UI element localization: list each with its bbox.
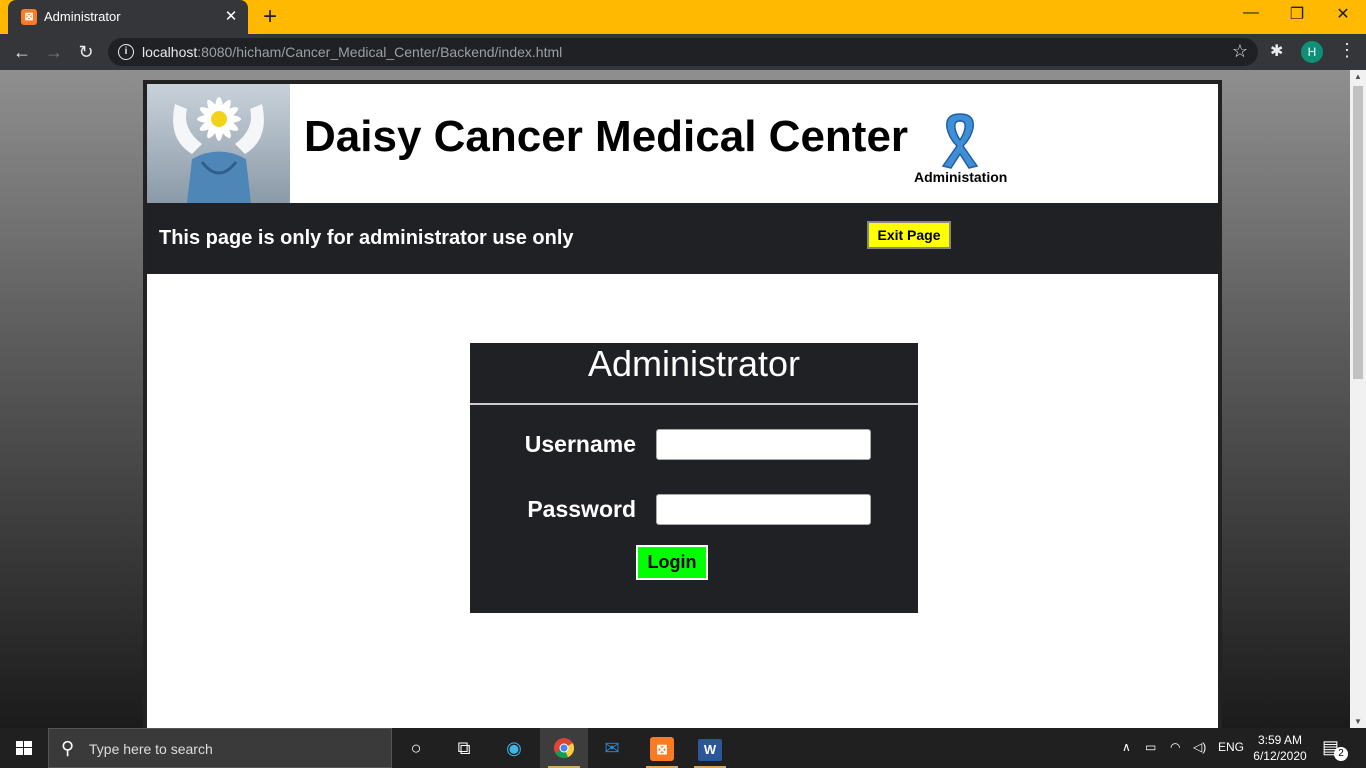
task-view-icon[interactable]: ⧉	[440, 728, 488, 768]
browser-tab-bar: ⊠ Administrator ✕ + — ❐ ✕	[0, 0, 1366, 34]
password-label: Password	[527, 496, 636, 522]
scroll-down-icon[interactable]: ▼	[1354, 717, 1362, 726]
taskbar-search-box[interactable]: ⚲ Type here to search	[48, 728, 392, 768]
notification-center-icon[interactable]: ▤ 2	[1322, 737, 1348, 761]
clock-time: 3:59 AM	[1257, 733, 1303, 747]
reload-icon[interactable]: ↻	[73, 40, 99, 64]
tab-title: Administrator	[44, 9, 121, 24]
admin-notice-text: This page is only for administrator use …	[159, 227, 574, 249]
search-placeholder: Type here to search	[89, 741, 213, 757]
notification-count: 2	[1334, 747, 1348, 761]
taskbar-clock[interactable]: 3:59 AM 6/12/2020	[1248, 732, 1312, 764]
blue-ribbon-icon	[935, 110, 985, 175]
close-window-button[interactable]: ✕	[1320, 4, 1366, 24]
browser-tab[interactable]: ⊠ Administrator ✕	[8, 0, 248, 34]
site-info-icon[interactable]: i	[118, 44, 134, 60]
cortana-circle-icon[interactable]: ○	[392, 728, 440, 768]
battery-icon[interactable]: ▭	[1145, 740, 1156, 754]
site-header: Daisy Cancer Medical Center Administatio…	[147, 84, 1218, 203]
word-icon[interactable]: W	[686, 728, 734, 768]
tray-chevron-up-icon[interactable]: ∧	[1122, 740, 1131, 754]
wifi-icon[interactable]: ◠	[1170, 740, 1180, 754]
angel-daisy-logo	[147, 84, 290, 203]
edge-browser-icon[interactable]: ◉	[490, 728, 538, 768]
new-tab-button[interactable]: +	[258, 3, 282, 31]
chrome-browser-icon[interactable]	[540, 728, 588, 768]
site-title: Daisy Cancer Medical Center	[304, 112, 909, 161]
notice-bar: This page is only for administrator use …	[147, 203, 1218, 274]
bookmark-star-icon[interactable]: ☆	[1232, 41, 1248, 62]
password-input[interactable]	[656, 494, 871, 525]
mail-icon[interactable]: ✉	[588, 728, 636, 768]
browser-toolbar: ← → ↻ i localhost:8080/hicham/Cancer_Med…	[0, 34, 1366, 70]
login-title: Administrator	[587, 343, 801, 384]
scroll-up-icon[interactable]: ▲	[1354, 72, 1362, 81]
url-text: localhost:8080/hicham/Cancer_Medical_Cen…	[142, 44, 563, 60]
page-scrollbar[interactable]: ▲ ▼	[1350, 70, 1366, 728]
clock-date: 6/12/2020	[1253, 749, 1307, 763]
profile-avatar[interactable]: H	[1301, 41, 1323, 63]
administration-label: Administation	[914, 169, 1008, 185]
windows-taskbar: ⚲ Type here to search ○ ⧉ ◉ ✉ ⊠ W ∧ ▭ ◠ …	[0, 728, 1366, 768]
tab-close-icon[interactable]: ✕	[222, 7, 240, 25]
username-input[interactable]	[656, 429, 871, 460]
forward-arrow-icon[interactable]: →	[41, 40, 67, 64]
login-panel: Administrator Username Password Login	[470, 343, 918, 613]
login-button[interactable]: Login	[636, 545, 708, 580]
exit-page-button[interactable]: Exit Page	[867, 221, 951, 249]
scrollbar-thumb[interactable]	[1353, 86, 1363, 379]
restore-button[interactable]: ❐	[1274, 4, 1320, 24]
windows-logo-icon	[16, 741, 32, 755]
windows-start-button[interactable]	[0, 728, 48, 768]
page-viewport: Daisy Cancer Medical Center Administatio…	[0, 70, 1350, 728]
page-frame: Daisy Cancer Medical Center Administatio…	[143, 80, 1222, 728]
extensions-puzzle-icon[interactable]: ✱	[1270, 41, 1283, 61]
minimize-button[interactable]: —	[1228, 4, 1274, 22]
volume-icon[interactable]: ◁)	[1193, 740, 1206, 754]
username-label: Username	[524, 431, 636, 457]
xampp-favicon-icon: ⊠	[21, 9, 37, 25]
main-content: Administrator Username Password Login	[147, 274, 1218, 728]
search-icon: ⚲	[61, 738, 75, 758]
language-indicator[interactable]: ENG	[1218, 740, 1244, 754]
back-arrow-icon[interactable]: ←	[9, 40, 35, 64]
xampp-icon[interactable]: ⊠	[638, 728, 686, 768]
address-bar[interactable]: i localhost:8080/hicham/Cancer_Medical_C…	[108, 38, 1258, 66]
browser-menu-icon[interactable]: ⋮	[1338, 40, 1356, 61]
login-divider	[470, 403, 918, 405]
